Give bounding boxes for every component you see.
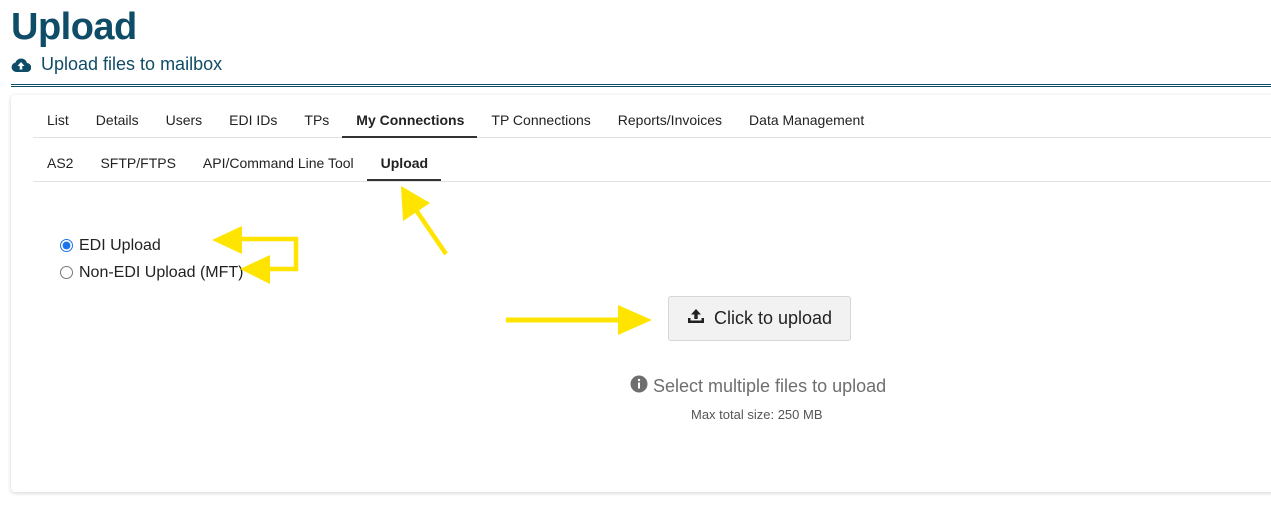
tab-api-command-line-tool[interactable]: API/Command Line Tool (189, 138, 367, 181)
content-card: List Details Users EDI IDs TPs My Connec… (11, 95, 1271, 492)
tab-upload[interactable]: Upload (366, 138, 442, 181)
non-edi-upload-radio[interactable] (60, 266, 73, 279)
tab-users[interactable]: Users (152, 108, 216, 138)
subtitle-text: Upload files to mailbox (41, 54, 223, 74)
edi-upload-label: EDI Upload (79, 236, 161, 254)
upload-type-radio-group: EDI Upload Non-EDI Upload (MFT) (60, 232, 243, 286)
tab-my-connections[interactable]: My Connections (342, 108, 478, 138)
upload-icon (687, 308, 705, 329)
edi-upload-radio[interactable] (60, 239, 73, 252)
title-divider (11, 84, 1271, 87)
upload-hint: Select multiple files to upload (630, 375, 886, 398)
tab-list[interactable]: List (33, 108, 82, 138)
tab-tp-connections[interactable]: TP Connections (477, 108, 603, 138)
click-to-upload-button[interactable]: Click to upload (668, 296, 851, 341)
tab-as2[interactable]: AS2 (33, 138, 86, 181)
secondary-tabs: AS2 SFTP/FTPS API/Command Line Tool Uplo… (33, 139, 1271, 182)
max-size-note: Max total size: 250 MB (691, 407, 823, 422)
upload-button-label: Click to upload (713, 308, 833, 328)
upload-page: Upload Upload files to mailbox List Deta… (0, 0, 1271, 505)
non-edi-upload-label: Non-EDI Upload (MFT) (79, 263, 244, 281)
tab-tps[interactable]: TPs (290, 108, 342, 138)
cloud-upload-icon (11, 57, 31, 72)
tab-details[interactable]: Details (82, 108, 152, 138)
page-title: Upload (11, 6, 137, 48)
tab-reports-invoices[interactable]: Reports/Invoices (604, 108, 735, 138)
primary-tabs: List Details Users EDI IDs TPs My Connec… (33, 108, 1271, 138)
upload-hint-text: Select multiple files to upload (653, 376, 887, 396)
page-subtitle: Upload files to mailbox (11, 54, 222, 75)
edi-upload-option[interactable]: EDI Upload (60, 232, 243, 259)
tab-edi-ids[interactable]: EDI IDs (215, 108, 290, 138)
info-icon (630, 375, 648, 398)
tab-data-management[interactable]: Data Management (735, 108, 877, 138)
non-edi-upload-option[interactable]: Non-EDI Upload (MFT) (60, 259, 243, 286)
tab-sftp-ftps[interactable]: SFTP/FTPS (86, 138, 188, 181)
